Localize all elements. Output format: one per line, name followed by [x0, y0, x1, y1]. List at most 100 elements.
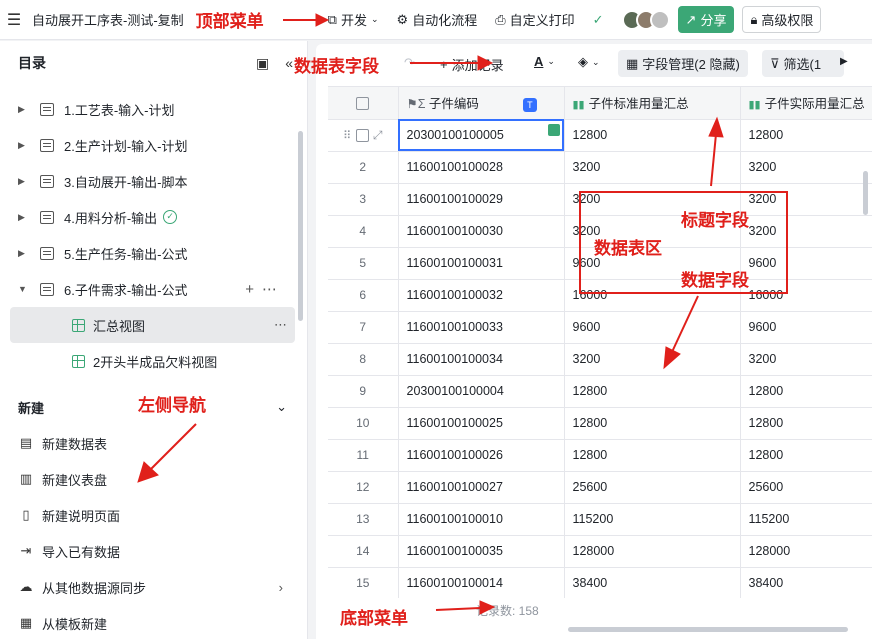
row-number[interactable]: 9: [328, 375, 399, 408]
cell-std[interactable]: 3200: [564, 343, 741, 376]
cell-std[interactable]: 3200: [564, 151, 741, 184]
table-row[interactable]: 9 20300100100004 12800 12800: [328, 375, 872, 408]
cell-std[interactable]: 9600: [564, 311, 741, 344]
record-count[interactable]: 记录数: 158: [476, 602, 539, 619]
cell-code[interactable]: 11600100100025: [398, 407, 565, 440]
cell-code[interactable]: 11600100100026: [398, 439, 565, 472]
cell-code[interactable]: 11600100100029: [398, 183, 565, 216]
cell-code[interactable]: 20300100100004: [398, 375, 565, 408]
cell-code[interactable]: 11600100100032: [398, 279, 565, 312]
field-manager-button[interactable]: ▦ 字段管理(2 隐藏): [618, 50, 748, 77]
table-row[interactable]: 10 11600100100025 12800 12800: [328, 407, 872, 440]
collapse-icon[interactable]: «: [285, 55, 293, 71]
from-template-button[interactable]: ▦ 从模板新建: [0, 605, 307, 639]
permission-button[interactable]: 🔒︎ 高级权限: [742, 6, 822, 33]
new-dashboard-button[interactable]: ▥ 新建仪表盘: [0, 461, 307, 497]
sidebar-scrollbar[interactable]: [298, 131, 303, 321]
horizontal-scrollbar[interactable]: [568, 627, 848, 632]
automation-button[interactable]: ⚙ 自动化流程: [397, 10, 478, 29]
fill-color-button[interactable]: ◈ ⌄: [578, 54, 600, 70]
more-icon[interactable]: ⋯: [274, 317, 287, 333]
row-number[interactable]: 11: [328, 439, 399, 472]
sidebar-item-table-3[interactable]: ▶ 3.自动展开-输出-脚本: [0, 163, 307, 199]
cell-std[interactable]: 12800: [564, 439, 741, 472]
sidebar-item-table-2[interactable]: ▶ 2.生产计划-输入-计划: [0, 127, 307, 163]
filter-badge-icon[interactable]: T: [522, 98, 537, 113]
select-all-cell[interactable]: [328, 87, 399, 120]
row-number[interactable]: 7: [328, 311, 399, 344]
row-number[interactable]: 15: [328, 567, 399, 598]
row-number[interactable]: 12: [328, 471, 399, 504]
sync-status[interactable]: ✓: [593, 12, 604, 28]
cell-code[interactable]: 11600100100033: [398, 311, 565, 344]
cell-act[interactable]: 12800: [740, 375, 872, 408]
panel-icon[interactable]: ▣: [256, 55, 269, 72]
cell-act[interactable]: 12800: [740, 407, 872, 440]
table-row[interactable]: ⠿ ⤢ 20300100100005 12800 12800: [328, 119, 872, 152]
cell-act[interactable]: 12800: [740, 119, 872, 152]
new-table-button[interactable]: ▤ 新建数据表: [0, 425, 307, 461]
cell-std[interactable]: 115200: [564, 503, 741, 536]
filter-button[interactable]: ⊽ 筛选(1: [762, 50, 844, 77]
cell-act[interactable]: 38400: [740, 567, 872, 598]
cell-act[interactable]: 9600: [740, 311, 872, 344]
table-row[interactable]: 11 11600100100026 12800 12800: [328, 439, 872, 472]
sidebar-item-table-5[interactable]: ▶ 5.生产任务-输出-公式: [0, 235, 307, 271]
print-button[interactable]: ⎙ 自定义打印: [495, 10, 574, 29]
sidebar-item-table-6[interactable]: ▼ 6.子件需求-输出-公式 +⋯: [0, 271, 307, 307]
expand-row-icon[interactable]: ⤢: [373, 128, 383, 142]
chevron-down-icon[interactable]: ⌄: [276, 399, 287, 415]
cell-code[interactable]: 11600100100035: [398, 535, 565, 568]
cell-code[interactable]: 11600100100030: [398, 215, 565, 248]
menu-icon[interactable]: ☰: [0, 10, 28, 30]
caret-down-icon[interactable]: ▼: [18, 284, 32, 294]
cell-std[interactable]: 12800: [564, 407, 741, 440]
column-header-std[interactable]: ▮▮ 子件标准用量汇总: [564, 87, 741, 120]
caret-right-icon[interactable]: ▶: [18, 212, 32, 223]
sidebar-view-summary[interactable]: 汇总视图 ⋯: [10, 307, 295, 343]
table-row[interactable]: 13 11600100100010 115200 115200: [328, 503, 872, 536]
row-number[interactable]: 5: [328, 247, 399, 280]
row-number[interactable]: ⠿ ⤢: [328, 119, 399, 152]
cell-act[interactable]: 3200: [740, 343, 872, 376]
cell-code[interactable]: 11600100100028: [398, 151, 565, 184]
add-more-icons[interactable]: +⋯: [245, 280, 285, 298]
table-row[interactable]: 14 11600100100035 128000 128000: [328, 535, 872, 568]
row-number[interactable]: 8: [328, 343, 399, 376]
sync-source-button[interactable]: ☁ 从其他数据源同步 ›: [0, 569, 307, 605]
select-all-checkbox[interactable]: [356, 96, 370, 110]
new-page-button[interactable]: ▯ 新建说明页面: [0, 497, 307, 533]
add-record-button[interactable]: + 添加记录: [440, 55, 504, 74]
import-data-button[interactable]: ⇥ 导入已有数据: [0, 533, 307, 569]
cell-act[interactable]: 25600: [740, 471, 872, 504]
table-row[interactable]: 8 11600100100034 3200 3200: [328, 343, 872, 376]
caret-right-icon[interactable]: ▶: [18, 176, 32, 187]
cell-code[interactable]: 11600100100031: [398, 247, 565, 280]
row-number[interactable]: 10: [328, 407, 399, 440]
expand-cell-icon[interactable]: [547, 123, 560, 136]
row-number[interactable]: 13: [328, 503, 399, 536]
cell-std[interactable]: 12800: [564, 119, 741, 152]
toolbar-next-icon[interactable]: ▶: [840, 56, 848, 67]
redo-icon[interactable]: ↷: [404, 55, 415, 71]
table-row[interactable]: 2 11600100100028 3200 3200: [328, 151, 872, 184]
table-scrollbar[interactable]: [863, 171, 868, 215]
column-header-code[interactable]: ⚑Σ 子件编码 T: [398, 87, 565, 120]
caret-right-icon[interactable]: ▶: [18, 140, 32, 151]
sidebar-view-shortage[interactable]: 2开头半成品欠料视图: [10, 343, 295, 379]
cell-std[interactable]: 128000: [564, 535, 741, 568]
row-number[interactable]: 4: [328, 215, 399, 248]
cell-code[interactable]: 20300100100005: [398, 119, 565, 152]
column-header-act[interactable]: ▮▮ 子件实际用量汇总: [740, 87, 872, 120]
cell-code[interactable]: 11600100100027: [398, 471, 565, 504]
text-color-button[interactable]: A ⌄: [534, 54, 555, 69]
sidebar-item-table-1[interactable]: ▶ 1.工艺表-输入-计划: [0, 91, 307, 127]
collaborator-avatars[interactable]: [621, 9, 670, 30]
share-button[interactable]: ↗ 分享: [677, 6, 735, 33]
cell-std[interactable]: 25600: [564, 471, 741, 504]
row-number[interactable]: 14: [328, 535, 399, 568]
cell-code[interactable]: 11600100100034: [398, 343, 565, 376]
cell-code[interactable]: 11600100100014: [398, 567, 565, 598]
sidebar-item-table-4[interactable]: ▶ 4.用料分析-输出 ✓: [0, 199, 307, 235]
row-number[interactable]: 2: [328, 151, 399, 184]
